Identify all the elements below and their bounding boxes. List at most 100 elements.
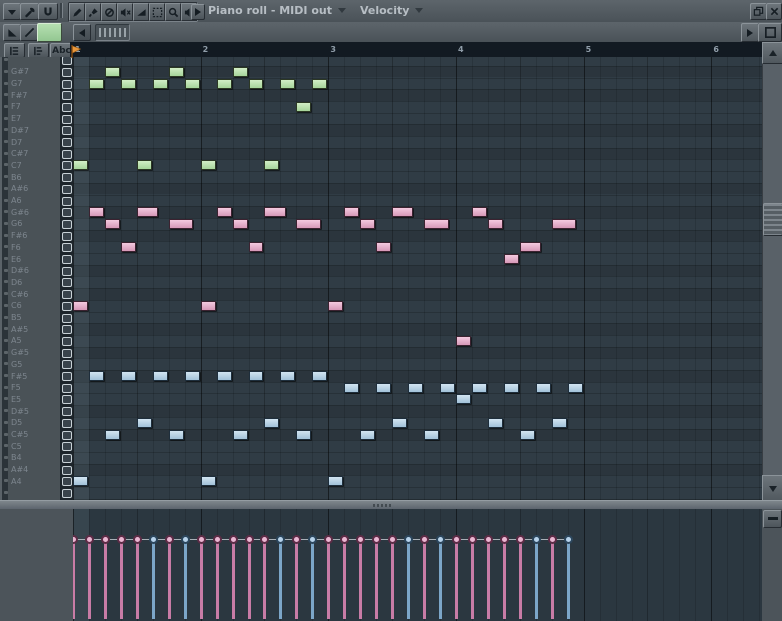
key-button[interactable] — [62, 243, 72, 252]
key-button[interactable] — [62, 150, 72, 159]
velocity-stem[interactable] — [73, 543, 75, 619]
velocity-handle[interactable] — [356, 535, 365, 544]
velocity-handle[interactable] — [420, 535, 429, 544]
key-label[interactable]: A#5 — [11, 325, 28, 334]
velocity-handle[interactable] — [292, 535, 301, 544]
key-button[interactable] — [62, 489, 72, 498]
midi-note[interactable] — [312, 371, 327, 381]
key-button[interactable] — [62, 302, 72, 311]
midi-note[interactable] — [344, 383, 359, 393]
midi-note[interactable] — [456, 336, 471, 346]
key-label[interactable]: D5 — [11, 418, 22, 427]
snap-button[interactable] — [38, 3, 58, 20]
velocity-handle[interactable] — [245, 535, 254, 544]
velocity-stem[interactable] — [519, 543, 522, 619]
key-label[interactable]: E7 — [11, 114, 21, 123]
midi-note[interactable] — [217, 207, 232, 217]
midi-note[interactable] — [73, 476, 88, 486]
key-button[interactable] — [62, 314, 72, 323]
midi-note[interactable] — [408, 383, 423, 393]
midi-note[interactable] — [536, 383, 551, 393]
midi-note[interactable] — [552, 219, 577, 229]
key-button[interactable] — [62, 360, 72, 369]
key-label[interactable]: C7 — [11, 161, 22, 170]
midi-note[interactable] — [153, 79, 168, 89]
key-button[interactable] — [62, 384, 72, 393]
key-label[interactable]: B5 — [11, 313, 22, 322]
midi-note[interactable] — [280, 79, 295, 89]
key-label[interactable]: F5 — [11, 383, 21, 392]
velocity-handle[interactable] — [516, 535, 525, 544]
midi-note[interactable] — [296, 430, 311, 440]
key-label[interactable]: C6 — [11, 301, 22, 310]
key-label[interactable]: C#5 — [11, 430, 28, 439]
velocity-handle[interactable] — [308, 535, 317, 544]
midi-note[interactable] — [552, 418, 567, 428]
key-button[interactable] — [62, 267, 72, 276]
velocity-handle[interactable] — [181, 535, 190, 544]
velocity-stem[interactable] — [567, 543, 570, 619]
midi-note[interactable] — [217, 371, 232, 381]
midi-note[interactable] — [249, 242, 264, 252]
key-button[interactable] — [62, 419, 72, 428]
key-label[interactable]: D6 — [11, 278, 22, 287]
midi-note[interactable] — [376, 383, 391, 393]
mute-tool-button[interactable] — [117, 3, 133, 21]
options-menu-button[interactable] — [3, 3, 21, 20]
midi-note[interactable] — [169, 67, 184, 77]
velocity-handle[interactable] — [101, 535, 110, 544]
midi-note[interactable] — [520, 430, 535, 440]
midi-note[interactable] — [264, 418, 279, 428]
scroll-left-button[interactable] — [73, 24, 91, 41]
key-button[interactable] — [62, 185, 72, 194]
midi-note[interactable] — [185, 371, 200, 381]
key-label[interactable]: F6 — [11, 243, 21, 252]
key-button[interactable] — [62, 454, 72, 463]
key-button[interactable] — [62, 103, 72, 112]
key-label[interactable]: A#4 — [11, 465, 28, 474]
note-grid[interactable] — [73, 57, 762, 500]
velocity-handle[interactable] — [468, 535, 477, 544]
velocity-stem[interactable] — [455, 543, 458, 619]
midi-note[interactable] — [264, 160, 279, 170]
velocity-stem[interactable] — [104, 543, 107, 619]
velocity-stem[interactable] — [471, 543, 474, 619]
velocity-stem[interactable] — [487, 543, 490, 619]
paint-tool-button[interactable] — [85, 3, 101, 21]
midi-note[interactable] — [73, 160, 88, 170]
midi-note[interactable] — [344, 207, 359, 217]
midi-note[interactable] — [73, 301, 88, 311]
midi-note[interactable] — [488, 219, 503, 229]
key-label[interactable]: F#6 — [11, 231, 27, 240]
velocity-stem[interactable] — [184, 543, 187, 619]
start-marker-flag[interactable] — [71, 43, 81, 62]
velocity-stem[interactable] — [200, 543, 203, 619]
slide-tool-button[interactable] — [133, 3, 149, 21]
velocity-stem[interactable] — [168, 543, 171, 619]
stamp-triangle-button[interactable] — [3, 24, 21, 41]
midi-note[interactable] — [488, 418, 503, 428]
velocity-handle[interactable] — [229, 535, 238, 544]
tools-button[interactable] — [20, 3, 39, 20]
key-button[interactable] — [62, 349, 72, 358]
key-label[interactable]: F#5 — [11, 372, 27, 381]
key-button[interactable] — [62, 115, 72, 124]
velocity-handle[interactable] — [197, 535, 206, 544]
velocity-handle[interactable] — [260, 535, 269, 544]
midi-note[interactable] — [201, 160, 216, 170]
velocity-stem[interactable] — [407, 543, 410, 619]
scrollbar-down-button[interactable] — [762, 475, 782, 502]
velocity-handle[interactable] — [324, 535, 333, 544]
key-button[interactable] — [62, 232, 72, 241]
velocity-stem[interactable] — [248, 543, 251, 619]
velocity-stem[interactable] — [439, 543, 442, 619]
vertical-scrollbar-thumb[interactable] — [763, 203, 782, 236]
midi-note[interactable] — [328, 476, 343, 486]
velocity-handle[interactable] — [564, 535, 573, 544]
midi-note[interactable] — [424, 430, 439, 440]
velocity-handle[interactable] — [452, 535, 461, 544]
zoom-tool-button[interactable] — [165, 3, 181, 21]
midi-note[interactable] — [360, 219, 375, 229]
midi-note[interactable] — [137, 418, 152, 428]
key-button[interactable] — [62, 138, 72, 147]
